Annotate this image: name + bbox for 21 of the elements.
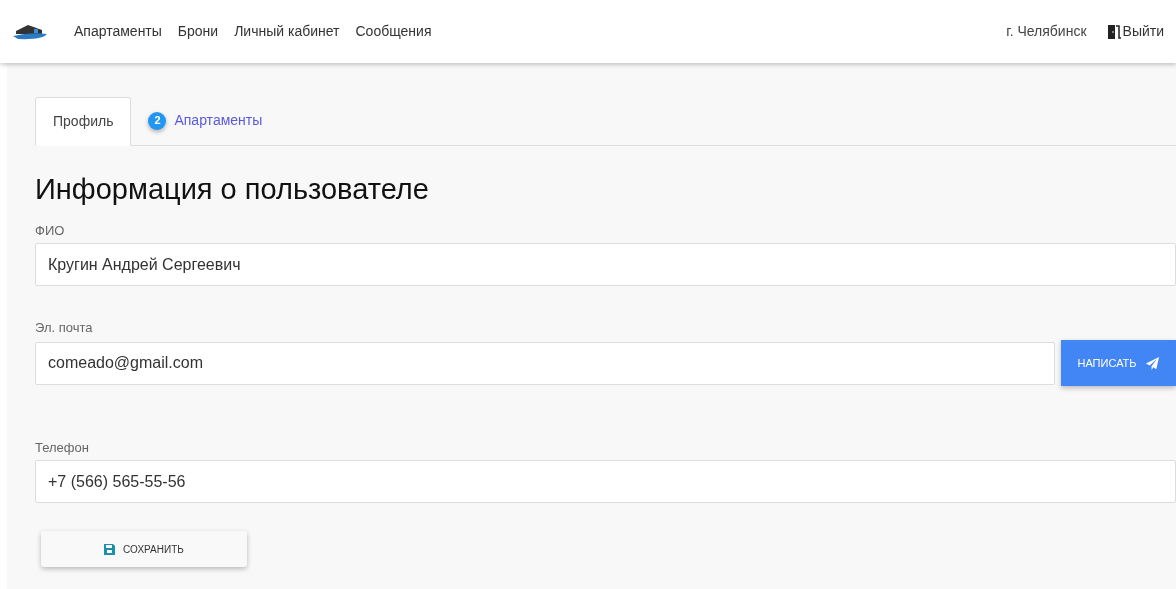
field-label: Эл. почта [35, 320, 94, 335]
field-label: ФИО [35, 223, 66, 238]
house-logo-icon[interactable] [12, 22, 48, 41]
nav-link[interactable]: Апартаменты [74, 21, 162, 42]
field-label: Телефон [35, 440, 90, 455]
nav-link[interactable]: Личный кабинет [234, 21, 340, 42]
count-badge: 2 [148, 111, 167, 130]
nav-link[interactable]: Брони [177, 21, 219, 42]
page-heading: Информация о пользователе [35, 172, 430, 206]
save-button[interactable]: СОХРАНИТЬ [41, 531, 247, 567]
input-field[interactable]: Кругин Андрей Сергеевич [35, 243, 1176, 286]
nav-link[interactable]: Сообщения [355, 21, 432, 42]
input-field[interactable]: +7 (566) 565-55-56 [35, 460, 1176, 503]
write-button[interactable]: НАПИСАТЬ [1061, 340, 1176, 386]
city-link[interactable]: г. Челябинск [1006, 21, 1087, 42]
logout-link[interactable]: Выйти [1106, 21, 1164, 42]
tab[interactable]: 2 Апартаменты [131, 96, 280, 145]
paper-plane-icon [1144, 355, 1160, 371]
input-field[interactable]: comeado@gmail.com [35, 341, 1055, 385]
tab[interactable]: Профиль [35, 97, 132, 146]
door-icon [1106, 23, 1121, 40]
